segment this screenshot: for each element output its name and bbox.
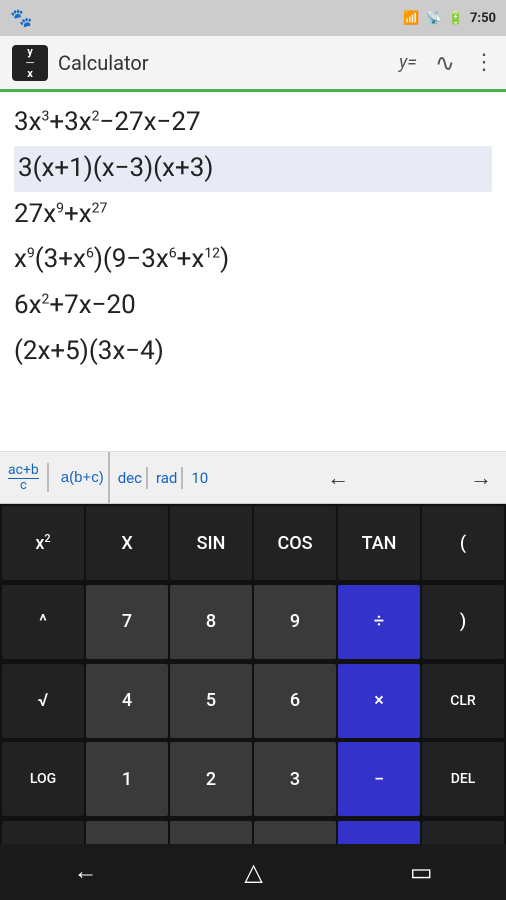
app-bar-actions: y= ∿ ⋮ bbox=[399, 49, 494, 77]
fraction-denominator: c bbox=[20, 479, 27, 492]
key-sqrt[interactable]: √ bbox=[2, 664, 84, 738]
key-caret[interactable]: ^ bbox=[2, 585, 84, 659]
expand-button[interactable]: a(b+c) bbox=[57, 452, 110, 503]
toolbar-row: ac+b c a(b+c) dec rad 10 ← → bbox=[0, 452, 506, 504]
key-1[interactable]: 1 bbox=[86, 742, 168, 816]
wifi-icon: 📶 bbox=[403, 11, 419, 26]
key-7[interactable]: 7 bbox=[86, 585, 168, 659]
display-row-3: 27x9+x27 bbox=[14, 192, 492, 238]
key-6[interactable]: 6 bbox=[254, 664, 336, 738]
display-row-1: 3x3+3x2−27x−27 bbox=[14, 100, 492, 146]
fraction-numerator: ac+b bbox=[8, 463, 39, 479]
nav-home-button[interactable]: △ bbox=[224, 850, 282, 895]
rad-button[interactable]: rad bbox=[152, 467, 183, 489]
toolbar-fraction[interactable]: ac+b c bbox=[8, 463, 49, 492]
key-8[interactable]: 8 bbox=[170, 585, 252, 659]
key-del[interactable]: DEL bbox=[422, 742, 504, 816]
back-arrow-button[interactable]: ← bbox=[321, 463, 355, 493]
key-minus[interactable]: − bbox=[338, 742, 420, 816]
display-row-5: 6x2+7x−20 bbox=[14, 283, 492, 329]
battery-icon: 🔋 bbox=[448, 11, 464, 26]
nav-back-button[interactable]: ← bbox=[53, 850, 117, 894]
nav-recents-button[interactable]: ▭ bbox=[390, 850, 453, 895]
main-content: 3x3+3x2−27x−27 3(x+1)(x−3)(x+3) 27x9+x27… bbox=[0, 92, 506, 900]
key-divide[interactable]: ÷ bbox=[338, 585, 420, 659]
key-5[interactable]: 5 bbox=[170, 664, 252, 738]
key-clr[interactable]: CLR bbox=[422, 664, 504, 738]
app-title: Calculator bbox=[58, 51, 399, 75]
forward-arrow-button[interactable]: → bbox=[464, 463, 498, 493]
key-2[interactable]: 2 bbox=[170, 742, 252, 816]
dec-button[interactable]: dec bbox=[114, 467, 148, 489]
status-left: 🐾 bbox=[10, 8, 32, 29]
key-x[interactable]: X bbox=[86, 506, 168, 580]
key-9[interactable]: 9 bbox=[254, 585, 336, 659]
more-options-button[interactable]: ⋮ bbox=[473, 50, 494, 75]
key-open-paren[interactable]: ( bbox=[422, 506, 504, 580]
display-row-2: 3(x+1)(x−3)(x+3) bbox=[14, 146, 492, 192]
status-time: 7:50 bbox=[470, 11, 496, 26]
key-x-squared[interactable]: x2 bbox=[2, 506, 84, 580]
key-cos[interactable]: COS bbox=[254, 506, 336, 580]
status-bar: 🐾 📶 📡 🔋 7:50 bbox=[0, 0, 506, 36]
signal-icon: 📡 bbox=[426, 11, 442, 26]
key-close-paren[interactable]: ) bbox=[422, 585, 504, 659]
key-sin[interactable]: SIN bbox=[170, 506, 252, 580]
key-tan[interactable]: TAN bbox=[338, 506, 420, 580]
status-right: 📶 📡 🔋 7:50 bbox=[403, 11, 496, 26]
calc-grid: x2 X SIN COS TAN ( ^ 7 8 9 ÷ ) √ 4 5 6 ×… bbox=[0, 504, 506, 900]
app-bar: y─x Calculator y= ∿ ⋮ bbox=[0, 36, 506, 92]
y-equals-button[interactable]: y= bbox=[399, 52, 417, 73]
nav-bar: ← △ ▭ bbox=[0, 844, 506, 900]
key-log[interactable]: LOG bbox=[2, 742, 84, 816]
key-3[interactable]: 3 bbox=[254, 742, 336, 816]
app-logo: y─x bbox=[12, 45, 48, 81]
num-button[interactable]: 10 bbox=[187, 467, 212, 489]
display-row-4: x9(3+x6)(9−3x6+x12) bbox=[14, 237, 492, 283]
key-4[interactable]: 4 bbox=[86, 664, 168, 738]
notification-icon: 🐾 bbox=[10, 8, 32, 29]
wave-button[interactable]: ∿ bbox=[435, 49, 455, 77]
key-multiply[interactable]: × bbox=[338, 664, 420, 738]
display-area: 3x3+3x2−27x−27 3(x+1)(x−3)(x+3) 27x9+x27… bbox=[0, 92, 506, 452]
display-row-6: (2x+5)(3x−4) bbox=[14, 329, 492, 375]
